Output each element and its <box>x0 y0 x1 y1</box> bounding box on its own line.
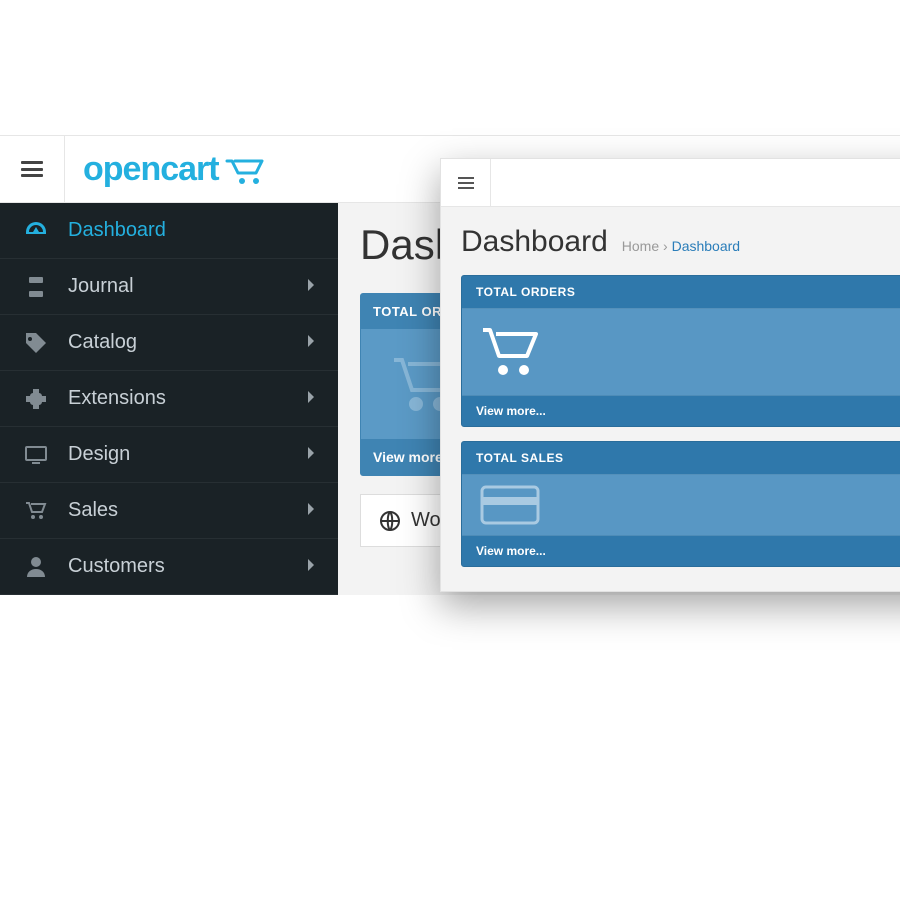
breadcrumb-current[interactable]: Dashboard <box>672 238 741 254</box>
sidebar-item-extensions[interactable]: Extensions <box>0 371 338 427</box>
credit-card-icon <box>480 485 540 525</box>
chevron-right-icon <box>306 499 316 522</box>
sidebar-item-catalog[interactable]: Catalog <box>0 315 338 371</box>
sidebar-item-design[interactable]: Design <box>0 427 338 483</box>
breadcrumb-separator: › <box>663 238 668 254</box>
breadcrumb: Home › Dashboard <box>622 238 740 254</box>
card-label: TOTAL SALES <box>462 442 900 475</box>
monitor-icon <box>22 446 50 464</box>
logo-cart-icon <box>225 159 269 185</box>
chevron-right-icon <box>306 555 316 578</box>
sidebar-item-label: Design <box>68 443 306 466</box>
journal-icon <box>22 277 50 297</box>
sidebar-item-sales[interactable]: Sales <box>0 483 338 539</box>
sidebar-item-dashboard[interactable]: Dashboard <box>0 203 338 259</box>
overlay-window: Dashboard Home › Dashboard TOTAL ORDERS … <box>440 158 900 592</box>
card-view-more[interactable]: View more... <box>462 535 900 566</box>
card-body <box>462 475 900 535</box>
sidebar-item-journal[interactable]: Journal <box>0 259 338 315</box>
dashboard-icon <box>22 222 50 240</box>
cart-icon <box>22 502 50 520</box>
breadcrumb-home[interactable]: Home <box>622 238 659 254</box>
overlay-topbar <box>441 159 900 207</box>
chevron-right-icon <box>306 387 316 410</box>
hamburger-icon <box>458 177 474 189</box>
overlay-title: Dashboard <box>461 225 608 259</box>
card-total-sales[interactable]: TOTAL SALES View more... <box>461 441 900 567</box>
puzzle-icon <box>22 389 50 409</box>
sidebar-item-label: Extensions <box>68 387 306 410</box>
chevron-right-icon <box>306 275 316 298</box>
card-body <box>462 309 900 395</box>
chevron-right-icon <box>306 443 316 466</box>
sidebar: Dashboard Journal Catalog Ext <box>0 203 338 595</box>
sidebar-item-label: Journal <box>68 275 306 298</box>
overlay-menu-toggle-button[interactable] <box>441 159 491 206</box>
sidebar-item-label: Sales <box>68 499 306 522</box>
chevron-right-icon <box>306 331 316 354</box>
sidebar-item-label: Customers <box>68 555 306 578</box>
hamburger-icon <box>21 161 43 177</box>
overlay-body: Dashboard Home › Dashboard TOTAL ORDERS … <box>441 207 900 591</box>
sidebar-item-label: Dashboard <box>68 219 316 242</box>
tag-icon <box>22 333 50 353</box>
sidebar-item-customers[interactable]: Customers <box>0 539 338 595</box>
sidebar-item-label: Catalog <box>68 331 306 354</box>
overlay-header: Dashboard Home › Dashboard <box>461 225 900 259</box>
globe-icon <box>379 510 401 532</box>
brand-logo[interactable]: opencart <box>65 150 287 189</box>
user-icon <box>22 557 50 577</box>
logo-text: opencart <box>83 150 219 189</box>
card-view-more[interactable]: View more... <box>462 395 900 426</box>
cart-icon <box>480 327 544 377</box>
card-label: TOTAL ORDERS <box>462 276 900 309</box>
menu-toggle-button[interactable] <box>0 136 65 202</box>
card-total-orders[interactable]: TOTAL ORDERS View more... <box>461 275 900 427</box>
